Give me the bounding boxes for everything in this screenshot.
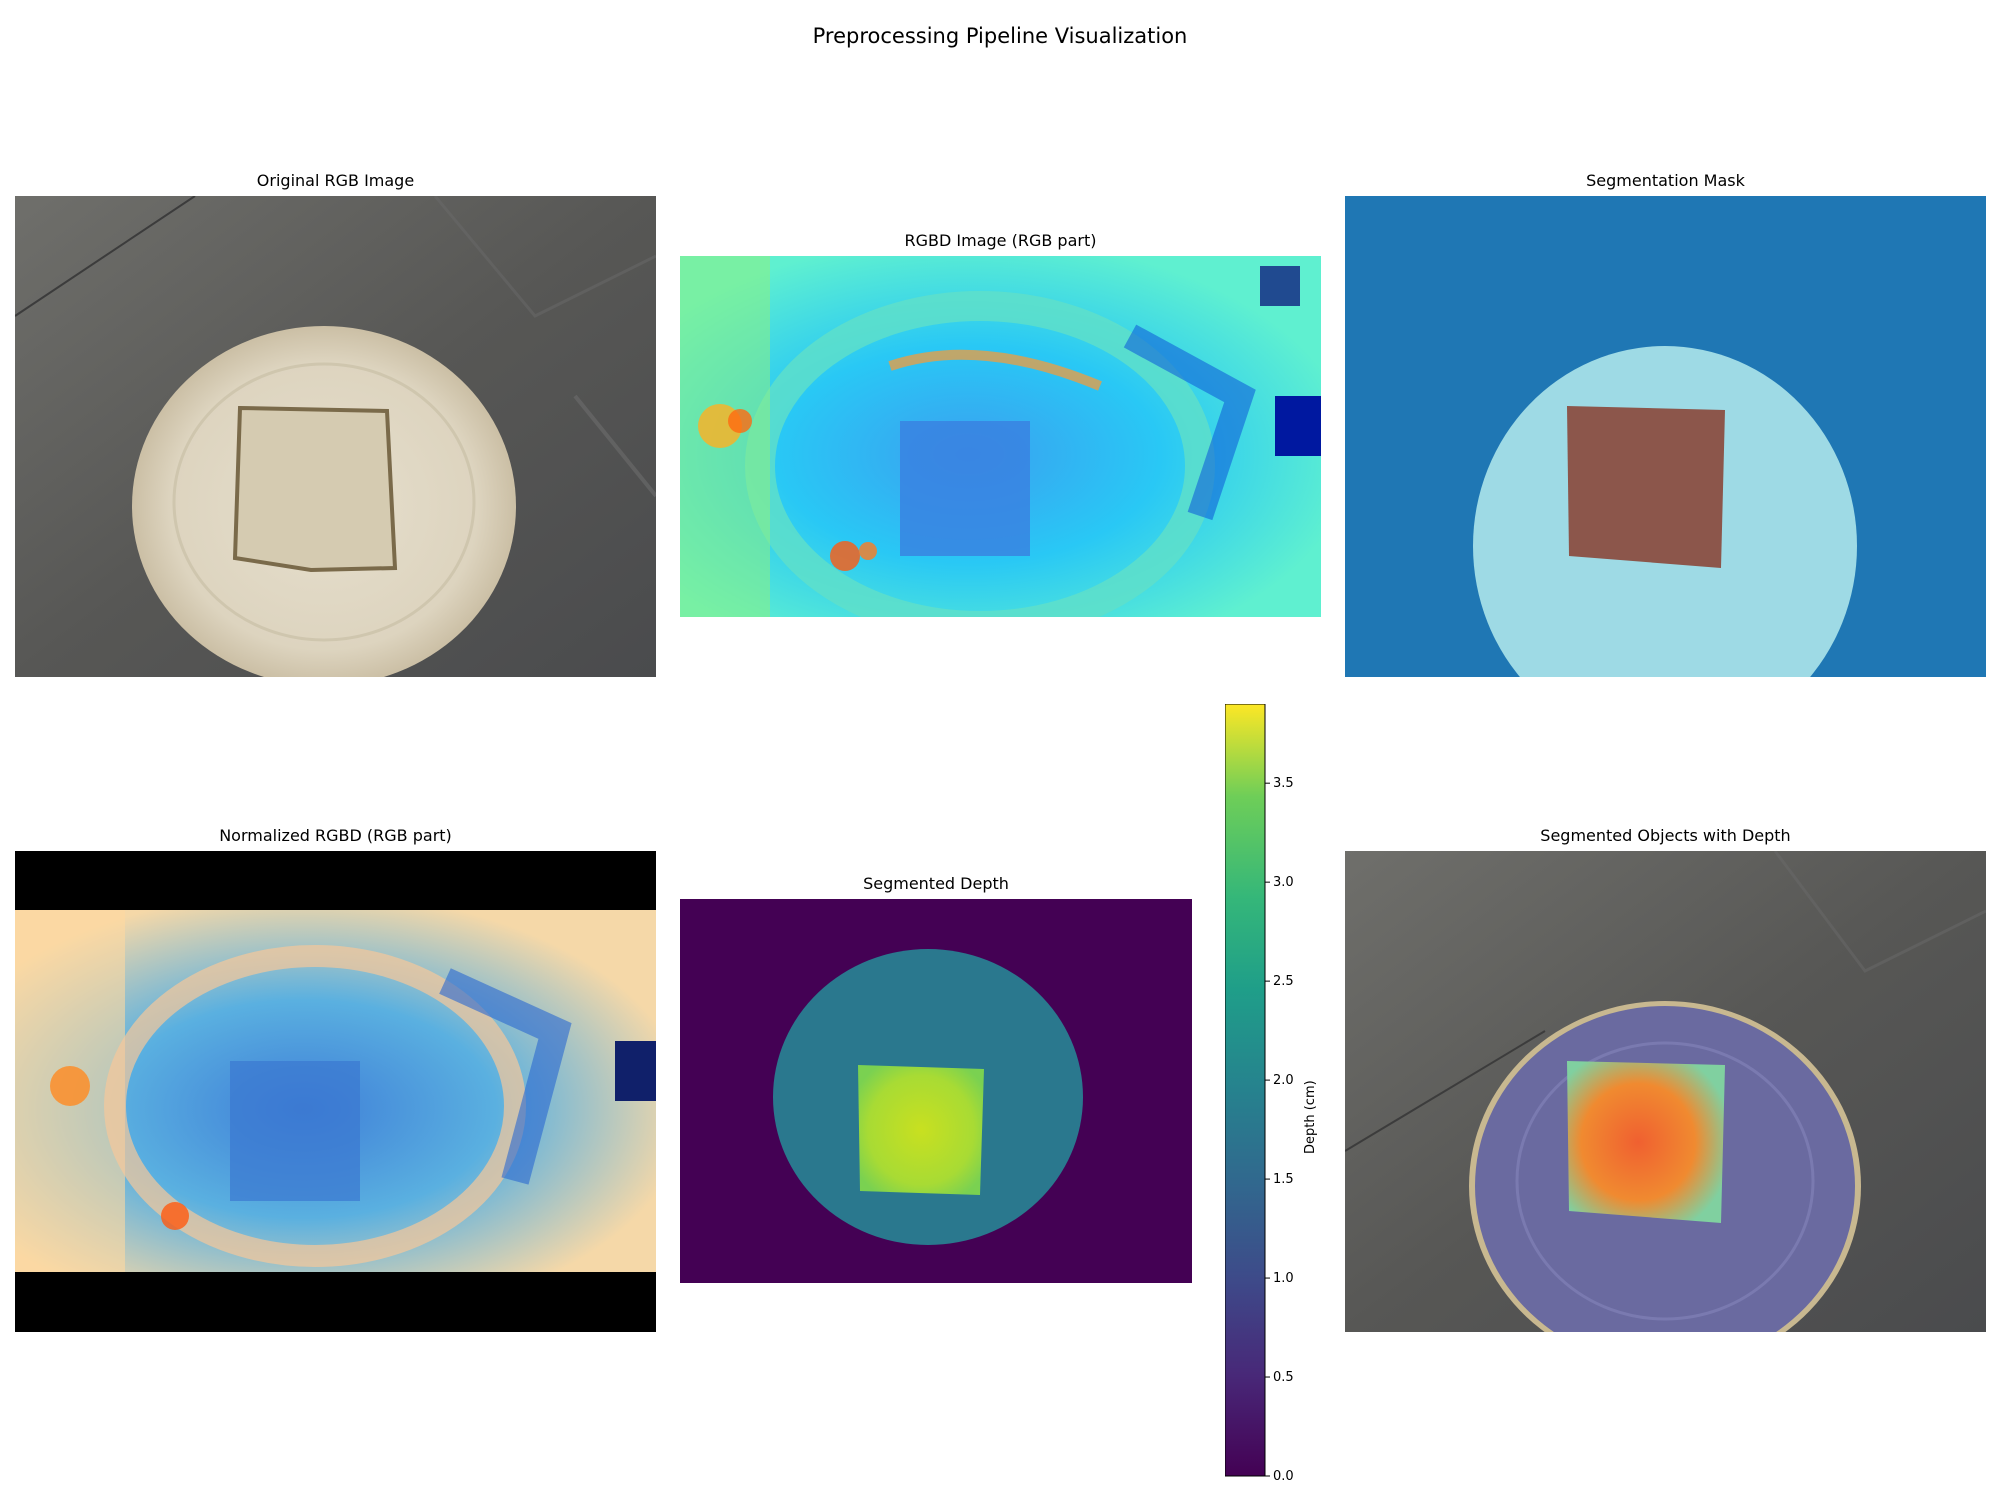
rgbd-image — [680, 256, 1321, 617]
colorbar-label: Depth (cm) — [1303, 1080, 1318, 1154]
colorbar-tick-label: 0.5 — [1273, 1370, 1294, 1385]
figure-title: Preprocessing Pipeline Visualization — [812, 24, 1188, 48]
panel-title-normalized: Normalized RGBD (RGB part) — [219, 826, 452, 845]
segmented-depth-image — [680, 899, 1192, 1283]
colorbar-tick-label: 1.0 — [1273, 1271, 1294, 1286]
colorbar-tick-label: 2.0 — [1273, 1073, 1294, 1088]
colorbar-tick-label: 2.5 — [1273, 974, 1294, 989]
colorbar-tick-label: 0.0 — [1273, 1469, 1294, 1484]
colorbar-gradient — [1225, 704, 1266, 1477]
panel-title-original: Original RGB Image — [256, 171, 415, 190]
segmented-overlay-image — [1345, 851, 1986, 1332]
panel-title-overlay: Segmented Objects with Depth — [1540, 826, 1791, 845]
panel-title-mask: Segmentation Mask — [1586, 171, 1745, 190]
panel-title-rgbd: RGBD Image (RGB part) — [904, 231, 1097, 250]
segmentation-mask — [1345, 196, 1986, 677]
panel-title-segdepth: Segmented Depth — [863, 874, 1009, 893]
original-rgb-image — [15, 196, 656, 677]
colorbar-tick-label: 1.5 — [1273, 1172, 1294, 1187]
normalized-rgbd-image — [15, 851, 656, 1332]
colorbar-tick-label: 3.5 — [1273, 776, 1294, 791]
colorbar: 0.0 0.5 1.0 1.5 2.0 2.5 3.0 3.5 Depth (cm) — [1225, 704, 1345, 1484]
colorbar-tick-label: 3.0 — [1273, 875, 1294, 890]
